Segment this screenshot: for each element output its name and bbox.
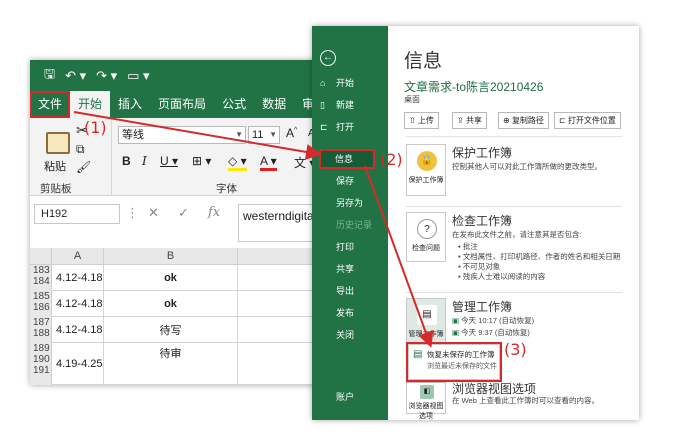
annotation-arrows	[73, 111, 434, 348]
arrow-2	[364, 165, 434, 348]
arrow-1	[73, 111, 322, 160]
